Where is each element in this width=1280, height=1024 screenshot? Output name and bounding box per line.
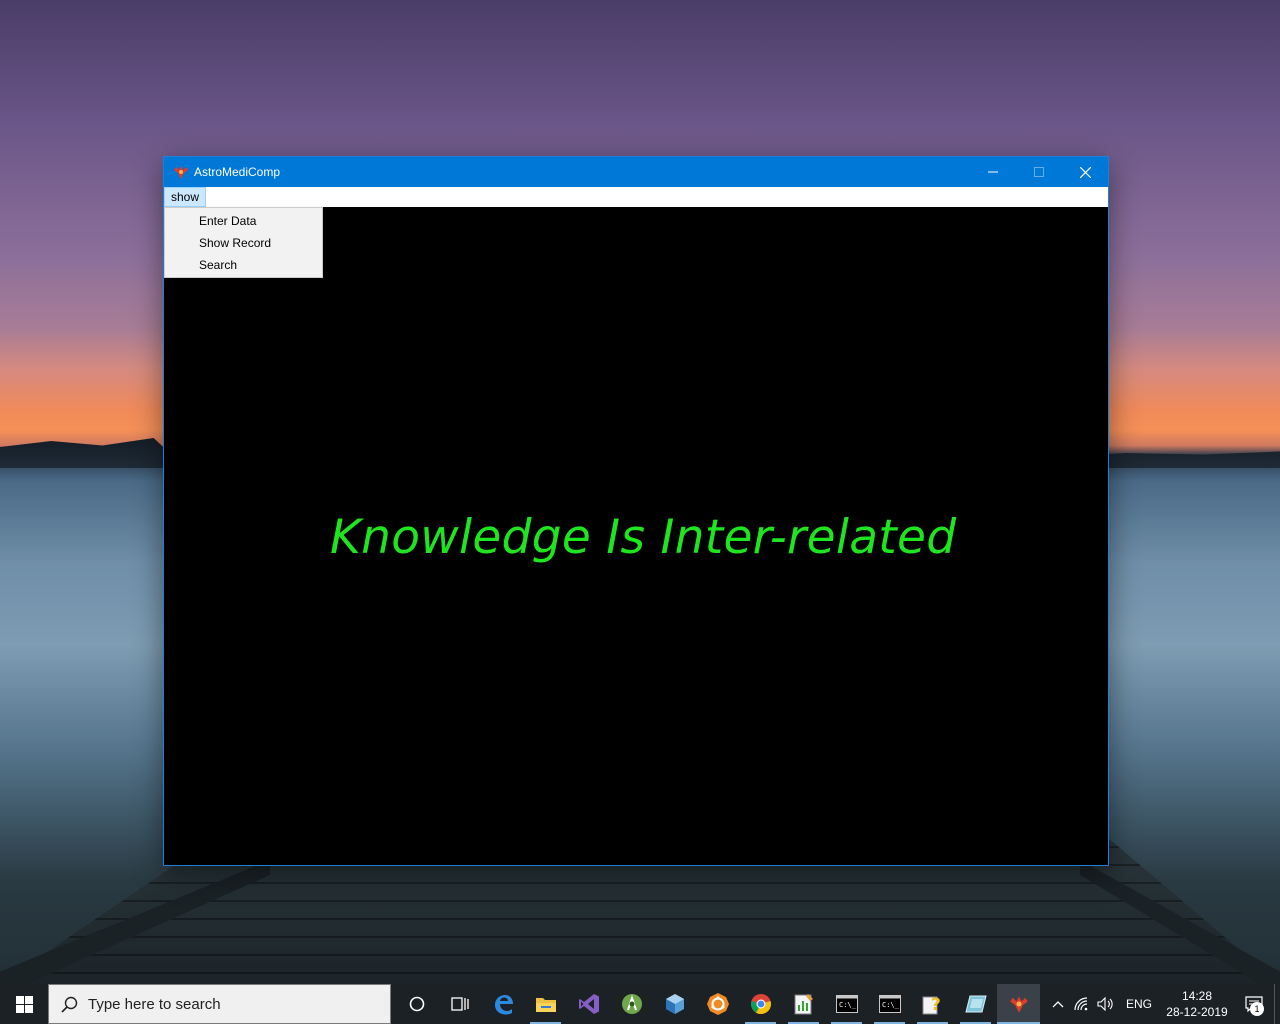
speaker-icon bbox=[1097, 997, 1113, 1011]
visual-studio-button[interactable] bbox=[567, 984, 610, 1024]
window-title: AstroMediComp bbox=[194, 165, 281, 179]
svg-text:C:\_: C:\_ bbox=[882, 1001, 900, 1009]
wifi-icon bbox=[1074, 997, 1088, 1011]
motto-text: Knowledge Is Inter-related bbox=[330, 510, 957, 565]
taskbar-search-box[interactable]: Type here to search bbox=[48, 984, 391, 1024]
maximize-button[interactable] bbox=[1016, 157, 1062, 187]
android-studio-button[interactable] bbox=[610, 984, 653, 1024]
sticky-app-button[interactable] bbox=[954, 984, 997, 1024]
notification-count-badge: 1 bbox=[1250, 1002, 1264, 1016]
taskbar: Type here to search C:\_ C:\_ ? ENG 14:2… bbox=[0, 984, 1280, 1024]
action-center-button[interactable]: 1 bbox=[1234, 984, 1274, 1024]
help-icon: ? bbox=[922, 995, 941, 1015]
network-button[interactable] bbox=[1070, 984, 1094, 1024]
notepad-chart-button[interactable] bbox=[782, 984, 825, 1024]
minimize-icon bbox=[988, 171, 998, 173]
clock-time: 14:28 bbox=[1181, 989, 1213, 1003]
app-logo-icon bbox=[173, 164, 189, 180]
chrome-icon bbox=[750, 994, 771, 1015]
volume-button[interactable] bbox=[1094, 984, 1118, 1024]
search-icon bbox=[61, 996, 78, 1013]
menu-item-show-record[interactable]: Show Record bbox=[165, 232, 322, 254]
search-placeholder: Type here to search bbox=[88, 995, 221, 1013]
show-desktop-button[interactable] bbox=[1274, 984, 1280, 1024]
ubuntu-button[interactable] bbox=[696, 984, 739, 1024]
astromedicomp-icon bbox=[1009, 996, 1028, 1013]
ubuntu-icon bbox=[706, 993, 729, 1015]
menu-item-search[interactable]: Search bbox=[165, 254, 322, 276]
svg-text:C:\_: C:\_ bbox=[839, 1001, 857, 1009]
app-window: AstroMediComp show Knowledge Is Inter-re… bbox=[163, 156, 1109, 866]
virtualbox-icon bbox=[665, 994, 684, 1014]
help-button[interactable]: ? bbox=[911, 984, 954, 1024]
start-button[interactable] bbox=[0, 984, 48, 1024]
visual-studio-icon bbox=[578, 994, 599, 1014]
windows-logo-icon bbox=[15, 995, 33, 1013]
edge-icon bbox=[494, 995, 513, 1015]
clock[interactable]: 14:28 28-12-2019 bbox=[1160, 988, 1234, 1020]
clock-date: 28-12-2019 bbox=[1166, 1005, 1228, 1019]
notepad-chart-icon bbox=[794, 994, 813, 1015]
system-tray: ENG 14:28 28-12-2019 1 bbox=[1046, 984, 1280, 1024]
main-canvas: Knowledge Is Inter-related bbox=[164, 207, 1108, 865]
cmd-icon-2: C:\_ bbox=[878, 995, 901, 1013]
close-button[interactable] bbox=[1062, 157, 1108, 187]
show-hidden-icons-button[interactable] bbox=[1046, 984, 1070, 1024]
cortana-icon bbox=[409, 996, 424, 1012]
android-studio-icon bbox=[621, 994, 642, 1014]
sticky-app-icon bbox=[964, 995, 987, 1013]
menu-bar: show bbox=[164, 187, 1108, 207]
minimize-button[interactable] bbox=[970, 157, 1016, 187]
menu-show[interactable]: show bbox=[164, 187, 207, 207]
cortana-button[interactable] bbox=[395, 984, 438, 1024]
chrome-button[interactable] bbox=[739, 984, 782, 1024]
chevron-up-icon bbox=[1052, 1001, 1064, 1008]
task-view-button[interactable] bbox=[438, 984, 481, 1024]
task-view-icon bbox=[450, 997, 469, 1011]
astromedicomp-taskbar-button[interactable] bbox=[997, 984, 1040, 1024]
close-icon bbox=[1079, 166, 1091, 178]
show-dropdown-menu: Enter Data Show Record Search bbox=[164, 207, 323, 278]
file-explorer-button[interactable] bbox=[524, 984, 567, 1024]
virtualbox-button[interactable] bbox=[653, 984, 696, 1024]
file-explorer-icon bbox=[535, 998, 556, 1012]
title-bar[interactable]: AstroMediComp bbox=[164, 157, 1108, 187]
cmd-button[interactable]: C:\_ bbox=[825, 984, 868, 1024]
language-indicator[interactable]: ENG bbox=[1118, 997, 1160, 1011]
cmd-button-2[interactable]: C:\_ bbox=[868, 984, 911, 1024]
maximize-icon bbox=[1034, 167, 1044, 177]
menu-item-enter-data[interactable]: Enter Data bbox=[165, 210, 322, 232]
edge-button[interactable] bbox=[481, 984, 524, 1024]
svg-text:?: ? bbox=[931, 995, 941, 1015]
cmd-icon: C:\_ bbox=[835, 995, 858, 1013]
